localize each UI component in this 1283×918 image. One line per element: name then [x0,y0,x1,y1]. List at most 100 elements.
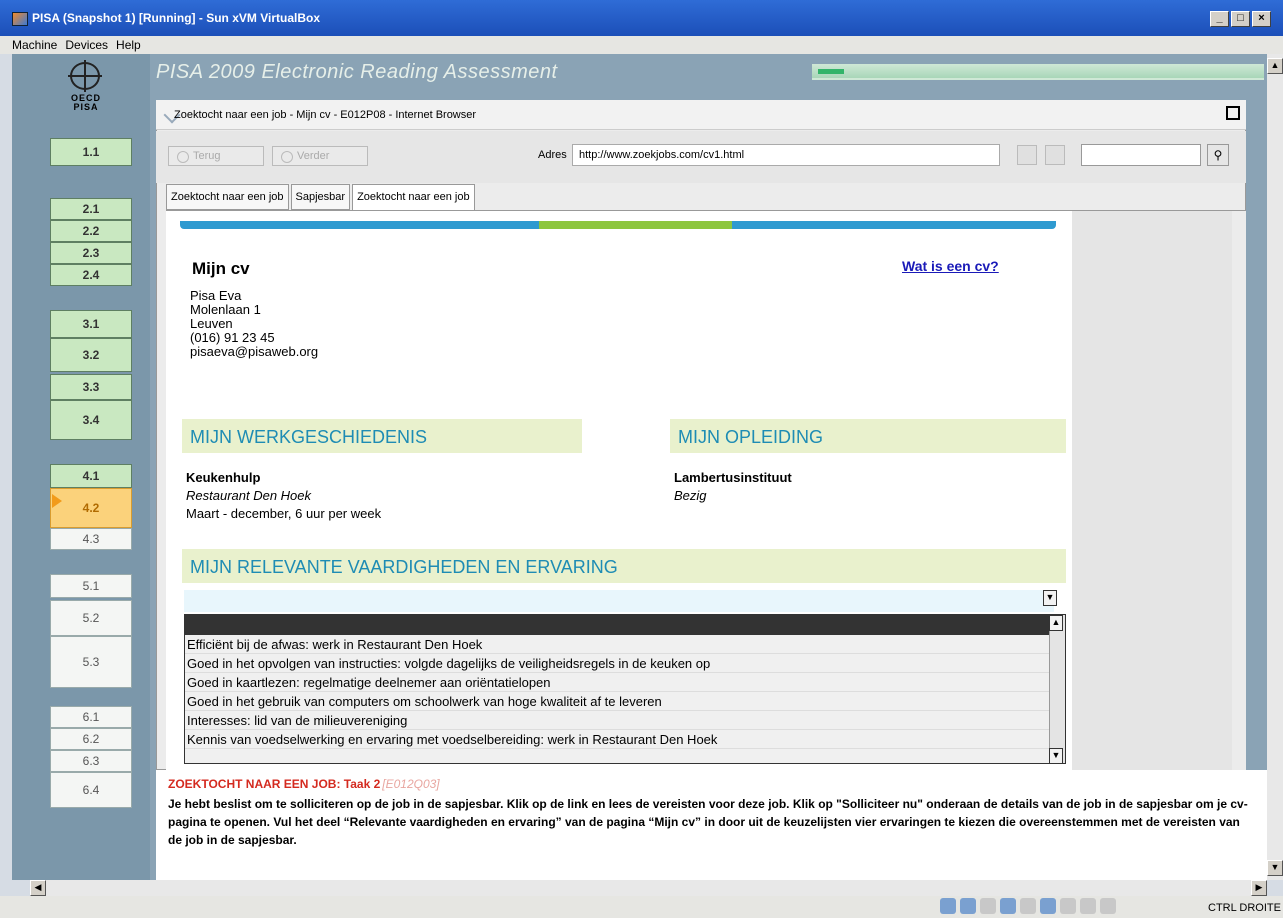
skills-heading: MIJN RELEVANTE VAARDIGHEDEN EN ERVARING [182,549,1066,583]
dropdown-chevron-down-icon[interactable]: ▼ [1043,590,1057,606]
cv-street: Molenlaan 1 [190,302,261,317]
browser-tabs: Zoektocht naar een job Sapjesbar Zoektoc… [166,184,477,211]
mouse-integration-icon[interactable] [1080,898,1096,914]
unit-button-2-1[interactable]: 2.1 [50,198,132,220]
progress-fill [818,69,845,74]
work-history-heading: MIJN WERKGESCHIEDENIS [182,419,582,453]
cv-phone: (016) 91 23 45 [190,330,275,345]
education-heading: MIJN OPLEIDING [670,419,1066,453]
progress-bar [812,64,1264,80]
scroll-right-icon[interactable]: ▶ [1251,880,1267,896]
forward-button[interactable]: Verder [272,146,368,166]
school-status: Bezig [674,488,707,503]
unit-button-4-3[interactable]: 4.3 [50,528,132,550]
list-item[interactable]: Goed in het gebruik van computers om sch… [185,692,1065,711]
unit-button-1-1[interactable]: 1.1 [50,138,132,166]
unit-button-3-2[interactable]: 3.2 [50,338,132,372]
tab-job-search-2[interactable]: Zoektocht naar een job [352,184,475,211]
task-title-text: ZOEKTOCHT NAAR EEN JOB: Taak 2 [168,777,381,791]
page-title: Mijn cv [192,259,250,278]
unit-button-6-3[interactable]: 6.3 [50,750,132,772]
list-item[interactable]: Kennis van voedselwerking en ervaring me… [185,730,1065,749]
usb-icon[interactable] [1020,898,1036,914]
unit-button-2-4[interactable]: 2.4 [50,264,132,286]
page-scrollbar[interactable] [1232,211,1246,770]
address-field[interactable]: http://www.zoekjobs.com/cv1.html [572,144,1000,166]
outer-vertical-scrollbar[interactable]: ▲ ▼ [1267,54,1283,880]
tab-job-search-1[interactable]: Zoektocht naar een job [166,184,289,210]
job-period: Maart - december, 6 uur per week [186,506,382,521]
unit-button-3-1[interactable]: 3.1 [50,310,132,338]
what-is-cv-link[interactable]: Wat is een cv? [902,258,999,274]
close-button[interactable]: × [1252,11,1271,27]
skills-listbox[interactable]: Efficiënt bij de afwas: werk in Restaura… [184,614,1066,764]
unit-button-6-1[interactable]: 6.1 [50,706,132,728]
unit-button-3-4[interactable]: 3.4 [50,400,132,440]
menu-help[interactable]: Help [116,36,141,54]
unit-button-3-3[interactable]: 3.3 [50,374,132,400]
skills-dropdown-row [184,590,1054,612]
vrdp-icon[interactable] [1060,898,1076,914]
window-titlebar: PISA (Snapshot 1) [Running] - Sun xVM Vi… [0,0,1283,36]
assessment-title: PISA 2009 Electronic Reading Assessment [156,61,558,83]
back-button[interactable]: Terug [168,146,264,166]
maximize-icon[interactable] [1226,106,1240,120]
education-entry: Lambertusinstituut Bezig [674,469,792,505]
cv-name: Pisa Eva [190,288,242,303]
menu-devices[interactable]: Devices [65,36,108,54]
page-icon[interactable] [1045,145,1065,165]
unit-button-2-3[interactable]: 2.3 [50,242,132,264]
unit-button-4-1[interactable]: 4.1 [50,464,132,488]
scroll-up-icon[interactable]: ▲ [1267,58,1283,74]
harddisk-icon[interactable] [940,898,956,914]
unit-button-5-2[interactable]: 5.2 [50,600,132,636]
listbox-scrollbar[interactable] [1049,615,1065,763]
outer-horizontal-scrollbar[interactable]: ◀ ▶ [30,880,1267,896]
minimize-button[interactable]: _ [1210,11,1229,27]
scroll-left-icon[interactable]: ◀ [30,880,46,896]
search-icon[interactable]: ⚲ [1207,144,1229,166]
globe-icon [68,60,102,92]
unit-button-2-2[interactable]: 2.2 [50,220,132,242]
unit-button-5-1[interactable]: 5.1 [50,574,132,598]
floppy-icon[interactable] [980,898,996,914]
bookmark-icon[interactable] [1017,145,1037,165]
oecd-pisa-logo: OECD PISA [62,60,110,124]
list-item[interactable]: Efficiënt bij de afwas: werk in Restaura… [185,635,1065,654]
host-key-label: CTRL DROITE [1208,902,1281,914]
list-item[interactable]: Goed in kaartlezen: regelmatige deelneme… [185,673,1065,692]
list-item[interactable]: Goed in het opvolgen van instructies: vo… [185,654,1065,673]
cv-page: Mijn cv Wat is een cv? Pisa Eva Molenlaa… [166,211,1072,770]
cv-email: pisaeva@pisaweb.org [190,344,319,359]
menubar: Machine Devices Help [0,36,1283,54]
shared-folder-icon[interactable] [1040,898,1056,914]
browser-title: Zoektocht naar een job - Mijn cv - E012P… [174,109,477,121]
search-input[interactable] [1081,144,1201,166]
window-title: PISA (Snapshot 1) [Running] - Sun xVM Vi… [32,11,321,25]
unit-button-4-2[interactable]: 4.2 [50,488,132,528]
job-place: Restaurant Den Hoek [186,488,312,503]
maximize-button[interactable]: □ [1231,11,1250,27]
listbox-scroll-up-icon[interactable]: ▲ [1049,615,1063,631]
unit-button-6-4[interactable]: 6.4 [50,772,132,808]
work-entry: Keukenhulp Restaurant Den Hoek Maart - d… [186,469,381,523]
unit-button-5-3[interactable]: 5.3 [50,636,132,688]
task-instructions: Je hebt beslist om te solliciteren op de… [168,797,1248,847]
unit-button-6-2[interactable]: 6.2 [50,728,132,750]
network-icon[interactable] [1000,898,1016,914]
current-unit-arrow-icon [52,494,62,508]
listbox-selected-empty[interactable] [185,615,1065,635]
task-title: ZOEKTOCHT NAAR EEN JOB: Taak 2 [E012Q03] [168,777,440,791]
logo-label: OECD PISA [70,93,101,112]
scroll-down-icon[interactable]: ▼ [1267,860,1283,876]
listbox-scroll-down-icon[interactable]: ▼ [1049,748,1063,764]
tab-juice-bar[interactable]: Sapjesbar [290,184,351,210]
list-item[interactable]: Interesses: lid van de milieuvereniging [185,711,1065,730]
host-key-icon[interactable] [1100,898,1116,914]
job-title: Keukenhulp [186,470,261,485]
cd-icon[interactable] [960,898,976,914]
menu-machine[interactable]: Machine [12,36,57,54]
contact-details: Pisa Eva Molenlaan 1 Leuven (016) 91 23 … [190,289,318,359]
cv-city: Leuven [190,316,233,331]
page-viewport: Mijn cv Wat is een cv? Pisa Eva Molenlaa… [166,210,1246,770]
